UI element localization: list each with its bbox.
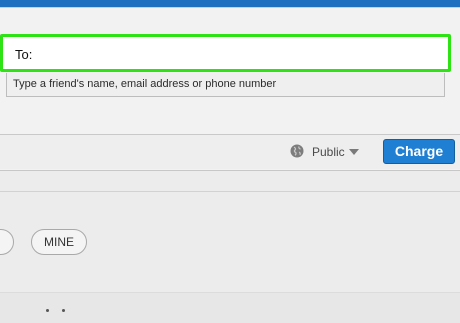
feed-filter-mine[interactable]: MINE [31,229,87,255]
divider [0,191,460,192]
feed-filter-pill[interactable]: S [0,229,14,255]
recipient-field[interactable]: To: [0,34,451,72]
card-dot [62,309,65,312]
top-nav-bar [0,0,460,7]
to-label: To: [15,47,33,62]
charge-button[interactable]: Charge [383,139,455,164]
suggestion-hint-text: Type a friend's name, email address or p… [13,78,277,90]
card-dot [46,309,49,312]
globe-icon[interactable] [290,144,304,158]
feed-card [0,292,460,323]
recipient-suggestion-hint: Type a friend's name, email address or p… [6,73,445,97]
audience-selector[interactable]: Public [312,145,345,159]
caret-down-icon[interactable] [349,149,359,155]
